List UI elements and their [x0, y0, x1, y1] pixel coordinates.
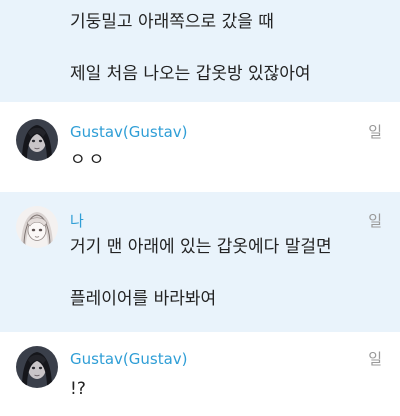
- message-line: 기둥밀고 아래쪽으로 갔을 때: [70, 12, 274, 32]
- sender-name[interactable]: Gustav(Gustav): [70, 122, 188, 142]
- message-line: 제일 처음 나오는 갑옷방 있잖아여: [70, 64, 311, 84]
- message-timestamp: 일: [368, 212, 382, 230]
- gustav-avatar-icon[interactable]: [16, 119, 58, 161]
- message-line: !?: [70, 379, 86, 399]
- message-timestamp: 일: [368, 350, 382, 368]
- gustav-avatar-icon[interactable]: [16, 346, 58, 388]
- message-mine-continued: 기둥밀고 아래쪽으로 갔을 때 제일 처음 나오는 갑옷방 있잖아여: [0, 0, 400, 102]
- message-gustav: Gustav(Gustav) 일 !?: [0, 332, 400, 416]
- sender-name[interactable]: Gustav(Gustav): [70, 349, 188, 369]
- message-line: 플레이어를 바라봐여: [70, 289, 217, 309]
- my-avatar-icon[interactable]: [16, 206, 58, 248]
- message-mine: 나 일 거기 맨 아래에 있는 갑옷에다 말걸면 플레이어를 바라봐여: [0, 192, 400, 332]
- message-timestamp: 일: [368, 123, 382, 141]
- message-gustav: Gustav(Gustav) 일 ㅇㅇ: [0, 102, 400, 192]
- sender-name[interactable]: 나: [70, 211, 84, 231]
- message-line: ㅇㅇ: [70, 150, 108, 170]
- chat-log: 기둥밀고 아래쪽으로 갔을 때 제일 처음 나오는 갑옷방 있잖아여 Gusta…: [0, 0, 400, 416]
- message-line: 거기 맨 아래에 있는 갑옷에다 말걸면: [70, 237, 332, 257]
